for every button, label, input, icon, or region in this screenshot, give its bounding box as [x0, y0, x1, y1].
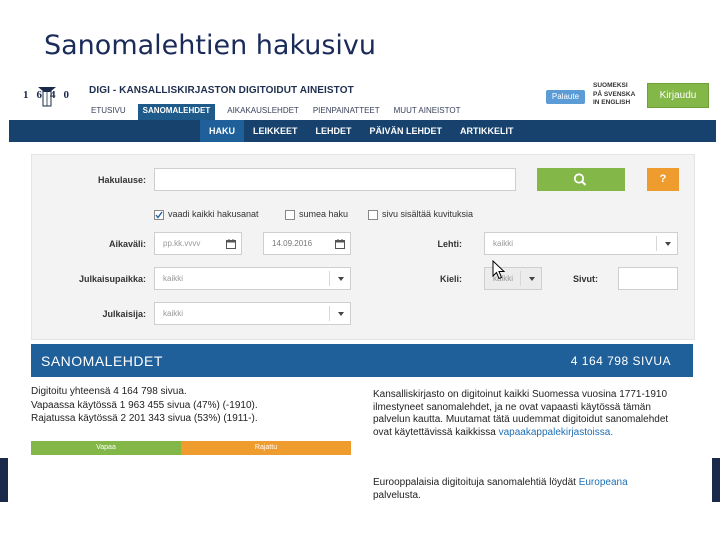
chevron-down-icon [529, 276, 535, 281]
language-switcher: SUOMEKSI PÅ SVENSKA IN ENGLISH [593, 82, 635, 108]
chevron-down-icon [665, 241, 671, 246]
europeana-paragraph: Eurooppalaisia digitoituja sanomalehtiä … [373, 477, 673, 502]
select-divider [329, 271, 330, 286]
pages-input[interactable] [618, 267, 678, 290]
subnav: HAKU LEIKKEET LEHDET PÄIVÄN LEHDET ARTIK… [200, 120, 523, 142]
banner-page-count: 4 164 798 SIVUA [570, 354, 671, 368]
nav-item-muut-aineistot[interactable]: MUUT AINEISTOT [392, 106, 463, 120]
search-button[interactable] [537, 168, 625, 191]
checkbox-box[interactable] [285, 209, 295, 220]
lang-finnish[interactable]: SUOMEKSI [593, 82, 635, 91]
help-button[interactable]: ? [647, 168, 679, 191]
publication-place-value: kaikki [163, 274, 184, 283]
select-divider [329, 306, 330, 321]
subnav-lehdet[interactable]: LEHDET [307, 120, 361, 142]
date-from-input[interactable]: pp.kk.vvvv [154, 232, 242, 255]
publication-place-label: Julkaisupaikka: [78, 274, 146, 284]
stats-open: Vapaassa käytössä 1 963 455 sivua (47%) … [31, 399, 258, 411]
open-access-bar: Vapaa [31, 441, 181, 455]
feedback-button[interactable]: Palaute [546, 90, 585, 104]
calendar-icon[interactable] [226, 239, 236, 249]
language-label: Kieli: [439, 274, 462, 284]
search-icon [573, 173, 587, 186]
date-from-placeholder: pp.kk.vvvv [163, 239, 201, 248]
nav-item-etusivu[interactable]: ETUSIVU [89, 106, 128, 120]
checkmark-icon [155, 211, 163, 219]
date-to-input[interactable]: 14.09.2016 [263, 232, 351, 255]
publication-place-select[interactable]: kaikki [154, 267, 351, 290]
newspaper-label: Lehti: [437, 239, 463, 249]
library-logo[interactable]: 1640 [20, 84, 74, 108]
nav-item-aikakauslehdet[interactable]: AIKAKAUSLEHDET [225, 106, 301, 120]
date-range-label: Aikaväli: [108, 239, 146, 249]
nav-item-sanomalehdet[interactable]: SANOMALEHDET [137, 104, 216, 120]
login-button[interactable]: Kirjaudu [647, 83, 709, 108]
query-label: Hakulause: [97, 175, 146, 185]
site-title: DIGI - KANSALLISKIRJASTON DIGITOIDUT AIN… [89, 85, 354, 96]
checkbox-box[interactable] [154, 209, 164, 220]
subnav-leikkeet[interactable]: LEIKKEET [244, 120, 307, 142]
info-paragraph: Kansalliskirjasto on digitoinut kaikki S… [373, 389, 673, 439]
stats-total: Digitoitu yhteensä 4 164 798 sivua. [31, 386, 187, 397]
stats-restricted: Rajatussa käytössä 2 201 343 sivua (53%)… [31, 413, 258, 424]
calendar-icon[interactable] [335, 239, 345, 249]
europeana-suffix: palvelusta. [373, 489, 421, 501]
query-input[interactable] [154, 168, 516, 191]
restricted-access-bar: Rajattu [181, 441, 351, 455]
checkbox-box[interactable] [368, 209, 378, 220]
top-nav: ETUSIVU SANOMALEHDET AIKAKAUSLEHDET PIEN… [89, 104, 463, 120]
checkbox-label: vaadi kaikki hakusanat [168, 209, 259, 219]
newspapers-banner: SANOMALEHDET 4 164 798 SIVUA [31, 344, 693, 377]
slide-edge-strip [0, 458, 8, 502]
subnav-artikkelit[interactable]: ARTIKKELIT [451, 120, 523, 142]
publisher-value: kaikki [163, 309, 184, 318]
checkbox-fuzzy[interactable]: sumea haku [285, 209, 348, 220]
checkbox-require-all[interactable]: vaadi kaikki hakusanat [154, 209, 259, 220]
checkbox-label: sivu sisältää kuvituksia [382, 209, 474, 219]
publisher-label: Julkaisija: [102, 309, 146, 319]
checkbox-illustrated[interactable]: sivu sisältää kuvituksia [368, 209, 473, 220]
publisher-select[interactable]: kaikki [154, 302, 351, 325]
subnav-haku[interactable]: HAKU [200, 120, 244, 142]
europeana-link[interactable]: Europeana [579, 477, 628, 488]
date-to-value: 14.09.2016 [272, 239, 313, 248]
europeana-text: Eurooppalaisia digitoituja sanomalehtiä … [373, 477, 576, 488]
legal-deposit-link[interactable]: vapaakappalekirjastoissa. [499, 427, 614, 438]
chevron-down-icon [338, 276, 344, 281]
subnav-paivan-lehdet[interactable]: PÄIVÄN LEHDET [361, 120, 452, 142]
lang-english[interactable]: IN ENGLISH [593, 99, 635, 108]
slide-title: Sanomalehtien hakusivu [44, 30, 377, 61]
pages-label: Sivut: [572, 274, 598, 284]
chevron-down-icon [338, 311, 344, 316]
newspaper-value: kaikki [493, 239, 514, 248]
lang-swedish[interactable]: PÅ SVENSKA [593, 91, 635, 100]
slide-edge-strip [712, 458, 720, 502]
banner-title: SANOMALEHDET [41, 353, 163, 369]
select-divider [520, 271, 521, 286]
logo-text: 1640 [23, 89, 77, 101]
nav-item-pienpainatteet[interactable]: PIENPAINATTEET [311, 106, 382, 120]
mouse-cursor-icon [492, 259, 506, 285]
digitization-stats: Digitoitu yhteensä 4 164 798 sivua. Vapa… [31, 385, 258, 426]
newspaper-select[interactable]: kaikki [484, 232, 678, 255]
checkbox-label: sumea haku [299, 209, 349, 219]
select-divider [656, 236, 657, 251]
